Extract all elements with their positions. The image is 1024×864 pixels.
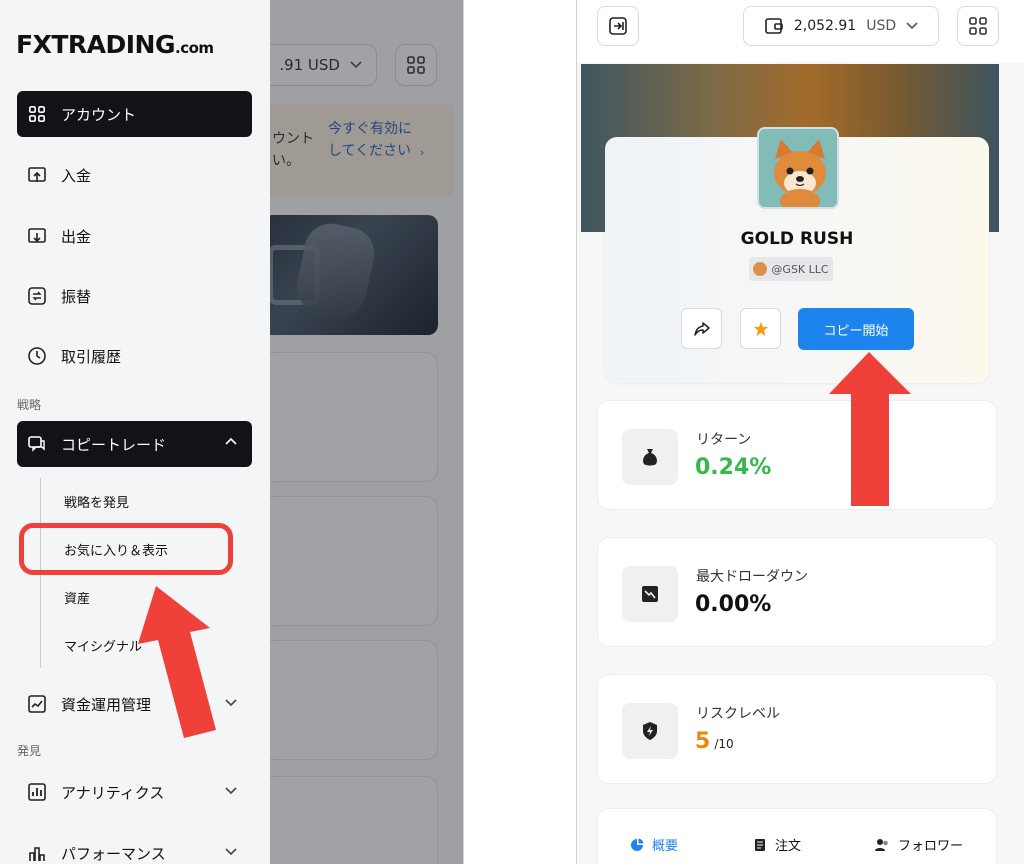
trend-chart-icon — [27, 694, 47, 714]
section-label-strategy: 戦略 — [17, 398, 42, 412]
transfer-icon — [27, 286, 47, 306]
right-phone-screen: 2,052.91 USD GOLD RUSH @GSK LLC コピー開始 リタ… — [576, 0, 1024, 864]
drawdown-chart-icon — [622, 566, 678, 622]
grid-menu-button[interactable] — [957, 6, 999, 46]
submenu-assets[interactable]: 資産 — [64, 588, 90, 607]
provider-handle: @GSK LLC — [771, 262, 829, 276]
start-copy-button[interactable]: コピー開始 — [798, 308, 914, 350]
bar-chart-icon — [27, 782, 47, 802]
nav-item-label: アナリティクス — [61, 783, 165, 802]
money-bag-icon — [622, 429, 678, 485]
tab-label: 注文 — [775, 839, 802, 854]
share-button[interactable] — [681, 308, 722, 349]
balance-amount: 2,052.91 — [793, 18, 857, 34]
chevron-down-icon — [224, 695, 238, 713]
nav-item-analytics[interactable]: アナリティクス — [17, 769, 252, 815]
nav-item-label: 入金 — [61, 166, 92, 185]
grid-icon — [969, 17, 987, 35]
drawer-overlay[interactable] — [270, 0, 463, 864]
stat-value-risk: 5/10 — [695, 729, 734, 754]
risk-score: 5 — [695, 729, 711, 754]
top-bar: 2,052.91 USD — [577, 0, 1024, 62]
chat-bubbles-icon — [27, 434, 47, 454]
logo-suffix: .com — [175, 39, 214, 57]
stat-card-return: リターン 0.24% — [597, 400, 997, 510]
red-arrow-left — [138, 586, 216, 738]
chevron-up-icon — [224, 435, 238, 453]
submenu-my-signals[interactable]: マイシグナル — [64, 636, 142, 655]
share-icon — [693, 321, 710, 336]
stat-value-return: 0.24% — [695, 455, 772, 480]
nav-item-label: アカウント — [61, 105, 137, 124]
left-phone-screen: .91 USD ウント い。 今すぐ有効にしてください › FXTRADING.… — [0, 0, 464, 864]
provider-handle-badge[interactable]: @GSK LLC — [749, 257, 833, 281]
stat-label: 最大ドローダウン — [696, 569, 808, 585]
pie-chart-icon — [631, 838, 644, 851]
stat-label: リスクレベル — [696, 706, 780, 722]
highlight-box-favorites — [19, 523, 233, 575]
panel-expand-icon — [609, 17, 627, 35]
risk-scale: /10 — [714, 737, 734, 751]
strategy-profile-card: GOLD RUSH @GSK LLC コピー開始 — [605, 127, 989, 383]
withdraw-icon — [27, 226, 47, 246]
tab-label: フォロワー — [898, 839, 964, 854]
nav-item-transfer[interactable]: 振替 — [17, 273, 252, 319]
deposit-icon — [27, 165, 47, 185]
tab-overview[interactable]: 概要 — [630, 835, 678, 854]
fxtrading-logo: FXTRADING.com — [16, 30, 214, 59]
podium-icon — [27, 843, 47, 863]
users-icon — [875, 838, 888, 851]
stat-card-max-drawdown: 最大ドローダウン 0.00% — [597, 537, 997, 647]
screenshot-stage: .91 USD ウント い。 今すぐ有効にしてください › FXTRADING.… — [0, 0, 1024, 864]
balance-selector[interactable]: 2,052.91 USD — [743, 6, 939, 46]
nav-item-label: パフォーマンス — [61, 844, 166, 863]
nav-item-withdraw[interactable]: 出金 — [17, 213, 252, 259]
nav-item-label: 出金 — [61, 227, 92, 246]
tab-orders[interactable]: 注文 — [753, 835, 801, 854]
red-arrow-right — [829, 352, 911, 506]
star-icon — [753, 321, 768, 336]
section-label-discover: 発見 — [17, 744, 42, 758]
logo-brand: FXTRADING — [16, 30, 176, 59]
wallet-icon — [765, 18, 783, 34]
nav-item-history[interactable]: 取引履歴 — [17, 333, 252, 379]
balance-currency: USD — [866, 18, 897, 34]
chevron-down-icon — [224, 844, 238, 862]
nav-item-account[interactable]: アカウント — [17, 91, 252, 137]
grid-icon — [27, 104, 47, 124]
strategy-name: GOLD RUSH — [740, 229, 854, 249]
chevron-down-icon — [224, 783, 238, 801]
lightning-shield-icon — [622, 703, 678, 759]
history-clock-icon — [27, 346, 47, 366]
chevron-down-icon — [906, 22, 918, 30]
shiba-avatar — [757, 127, 839, 209]
provider-avatar-icon — [753, 262, 768, 276]
nav-item-label: 取引履歴 — [61, 347, 122, 366]
stat-card-risk-level: リスクレベル 5/10 — [597, 674, 997, 784]
tab-label: 概要 — [652, 839, 679, 854]
stat-label: リターン — [696, 432, 752, 448]
nav-item-deposit[interactable]: 入金 — [17, 152, 252, 198]
favorite-button[interactable] — [740, 308, 781, 349]
document-icon — [755, 838, 765, 851]
tab-followers[interactable]: フォロワー — [874, 835, 963, 854]
nav-item-label: コピートレード — [61, 435, 167, 454]
submenu-discover-strategy[interactable]: 戦略を発見 — [64, 492, 129, 511]
sidebar-expand-button[interactable] — [597, 6, 639, 46]
nav-item-performance[interactable]: パフォーマンス — [17, 830, 252, 864]
nav-item-copytrade[interactable]: コピートレード — [17, 421, 252, 467]
nav-item-label: 振替 — [61, 287, 92, 306]
detail-tabs: 概要 注文 フォロワー — [597, 808, 997, 864]
stat-value-drawdown: 0.00% — [695, 592, 772, 617]
